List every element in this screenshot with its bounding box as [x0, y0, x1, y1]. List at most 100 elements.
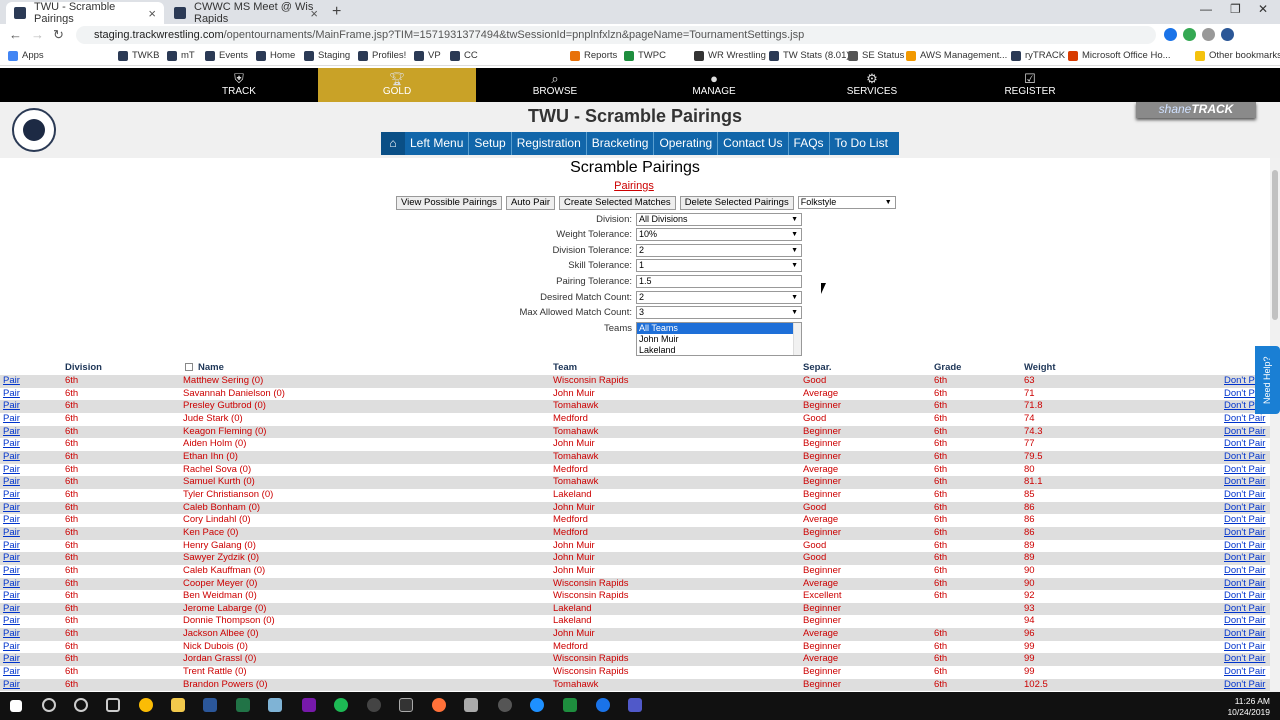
- scrollbar-thumb[interactable]: [1272, 170, 1278, 320]
- page-scrollbar[interactable]: [1270, 158, 1280, 692]
- dont-pair-link[interactable]: Don't Pair: [1224, 552, 1265, 565]
- dont-pair-link[interactable]: Don't Pair: [1224, 653, 1265, 666]
- bookmark[interactable]: Events: [205, 50, 248, 61]
- browser-tab-active[interactable]: TWU - Scramble Pairings ×: [6, 1, 164, 25]
- bookmark[interactable]: TWPC: [624, 50, 666, 61]
- chrome-icon[interactable]: [139, 698, 153, 712]
- cortana-icon[interactable]: [74, 698, 88, 712]
- pairings-link[interactable]: Pairings: [0, 180, 1268, 192]
- back-icon[interactable]: ←: [9, 27, 22, 42]
- pair-link[interactable]: Pair: [3, 679, 20, 692]
- select-all-checkbox[interactable]: [185, 363, 193, 371]
- file-explorer-icon[interactable]: [171, 698, 185, 712]
- dont-pair-link[interactable]: Don't Pair: [1224, 540, 1265, 553]
- pair-link[interactable]: Pair: [3, 514, 20, 527]
- nav-register[interactable]: ☑ REGISTER: [951, 68, 1109, 102]
- bookmark[interactable]: Microsoft Office Ho...: [1068, 50, 1171, 61]
- url-field[interactable]: staging.trackwrestling.com/opentournamen…: [76, 26, 1156, 44]
- pair-link[interactable]: Pair: [3, 615, 20, 628]
- dont-pair-link[interactable]: Don't Pair: [1224, 502, 1265, 515]
- teams-listbox[interactable]: All Teams John Muir Lakeland: [636, 322, 802, 356]
- app-icon[interactable]: [596, 698, 610, 712]
- spotify-icon[interactable]: [334, 698, 348, 712]
- menu-contact-us[interactable]: Contact Us: [718, 132, 789, 155]
- pairing-tolerance-input[interactable]: 1.5: [636, 275, 802, 288]
- dont-pair-link[interactable]: Don't Pair: [1224, 451, 1265, 464]
- new-tab-icon[interactable]: +: [332, 3, 341, 21]
- bookmark[interactable]: TW Stats (8.01): [769, 50, 850, 61]
- app-icon[interactable]: [464, 698, 478, 712]
- bookmark[interactable]: Staging: [304, 50, 350, 61]
- pair-link[interactable]: Pair: [3, 653, 20, 666]
- bookmark-apps[interactable]: Apps: [8, 50, 44, 61]
- pair-link[interactable]: Pair: [3, 388, 20, 401]
- dont-pair-link[interactable]: Don't Pair: [1224, 514, 1265, 527]
- word-icon[interactable]: [203, 698, 217, 712]
- dont-pair-link[interactable]: Don't Pair: [1224, 628, 1265, 641]
- view-possible-pairings-button[interactable]: View Possible Pairings: [396, 196, 502, 210]
- teams-option[interactable]: Lakeland: [637, 345, 801, 356]
- pair-link[interactable]: Pair: [3, 476, 20, 489]
- nav-track[interactable]: ⛨ TRACK: [160, 68, 318, 102]
- extension-icon[interactable]: [1221, 28, 1234, 41]
- pair-link[interactable]: Pair: [3, 590, 20, 603]
- dont-pair-link[interactable]: Don't Pair: [1224, 641, 1265, 654]
- reload-icon[interactable]: ↻: [53, 27, 64, 43]
- pair-link[interactable]: Pair: [3, 413, 20, 426]
- weight-tolerance-select[interactable]: 10% ▼: [636, 228, 802, 241]
- dont-pair-link[interactable]: Don't Pair: [1224, 578, 1265, 591]
- bookmark[interactable]: TWKB: [118, 50, 159, 61]
- max-allowed-match-count-select[interactable]: 3 ▼: [636, 306, 802, 319]
- dont-pair-link[interactable]: Don't Pair: [1224, 476, 1265, 489]
- division-select[interactable]: All Divisions ▼: [636, 213, 802, 226]
- style-select[interactable]: Folkstyle ▼: [797, 196, 896, 209]
- pair-link[interactable]: Pair: [3, 400, 20, 413]
- app-icon[interactable]: [498, 698, 512, 712]
- pair-link[interactable]: Pair: [3, 552, 20, 565]
- dont-pair-link[interactable]: Don't Pair: [1224, 666, 1265, 679]
- app-icon[interactable]: [563, 698, 577, 712]
- search-icon[interactable]: [42, 698, 56, 712]
- menu-setup[interactable]: Setup: [469, 132, 512, 155]
- dont-pair-link[interactable]: Don't Pair: [1224, 679, 1265, 692]
- restore-icon[interactable]: ❐: [1230, 2, 1241, 16]
- bookmark[interactable]: AWS Management...: [906, 50, 1007, 61]
- pair-link[interactable]: Pair: [3, 565, 20, 578]
- skill-tolerance-select[interactable]: 1 ▼: [636, 259, 802, 272]
- pair-link[interactable]: Pair: [3, 502, 20, 515]
- dont-pair-link[interactable]: Don't Pair: [1224, 565, 1265, 578]
- extension-icon[interactable]: [1202, 28, 1215, 41]
- pair-link[interactable]: Pair: [3, 578, 20, 591]
- dont-pair-link[interactable]: Don't Pair: [1224, 603, 1265, 616]
- close-tab-icon[interactable]: ×: [148, 6, 156, 21]
- bookmark[interactable]: Reports: [570, 50, 617, 61]
- pair-link[interactable]: Pair: [3, 464, 20, 477]
- dont-pair-link[interactable]: Don't Pair: [1224, 413, 1265, 426]
- pair-link[interactable]: Pair: [3, 489, 20, 502]
- pair-link[interactable]: Pair: [3, 628, 20, 641]
- menu-bracketing[interactable]: Bracketing: [587, 132, 655, 155]
- dont-pair-link[interactable]: Don't Pair: [1224, 590, 1265, 603]
- teams-option[interactable]: John Muir: [637, 334, 801, 345]
- teams-icon[interactable]: [628, 698, 642, 712]
- dont-pair-link[interactable]: Don't Pair: [1224, 489, 1265, 502]
- create-selected-matches-button[interactable]: Create Selected Matches: [559, 196, 676, 210]
- teams-option[interactable]: All Teams: [637, 323, 801, 334]
- system-clock[interactable]: 11:26 AM 10/24/2019: [1227, 696, 1270, 718]
- menu-left-menu[interactable]: Left Menu: [405, 132, 470, 155]
- listbox-scrollbar[interactable]: [793, 323, 801, 355]
- extension-icon[interactable]: [1164, 28, 1177, 41]
- nav-services[interactable]: ⚙ SERVICES: [793, 68, 951, 102]
- dont-pair-link[interactable]: Don't Pair: [1224, 527, 1265, 540]
- bookmark[interactable]: mT: [167, 50, 195, 61]
- windows-start-icon[interactable]: [10, 700, 22, 712]
- app-icon[interactable]: [530, 698, 544, 712]
- bookmark[interactable]: WR Wrestling: [694, 50, 766, 61]
- nav-browse[interactable]: ⌕ BROWSE: [476, 68, 634, 102]
- dont-pair-link[interactable]: Don't Pair: [1224, 438, 1265, 451]
- menu-registration[interactable]: Registration: [512, 132, 587, 155]
- browser-tab[interactable]: CWWC MS Meet @ Wis Rapids ×: [166, 1, 326, 25]
- menu-to-do-list[interactable]: To Do List: [830, 132, 893, 155]
- bookmark[interactable]: VP: [414, 50, 441, 61]
- bookmark-folder[interactable]: Other bookmarks: [1195, 50, 1280, 61]
